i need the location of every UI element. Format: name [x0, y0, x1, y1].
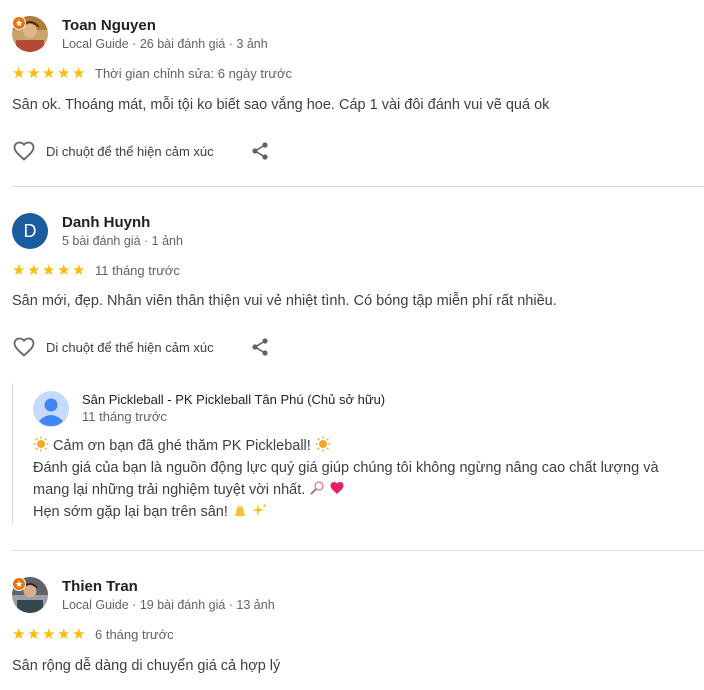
- review-text: Sân mới, đẹp. Nhân viên thân thiện vui v…: [12, 293, 557, 309]
- owner-reply-time: 11 tháng trước: [82, 409, 167, 424]
- star-icon: ★: [57, 261, 71, 279]
- owner-reply-line: mang lại những trải nghiệm tuyệt vời nhấ…: [33, 479, 345, 503]
- star-icon: ★: [12, 64, 26, 82]
- review-text: Sân ok. Thoáng mát, mỗi tội ko biết sao …: [12, 97, 550, 113]
- local-guide-badge-icon: [12, 577, 26, 591]
- reviewer-meta: Local Guide · 19 bài đánh giá · 13 ảnh: [62, 598, 275, 612]
- local-guide-badge-icon: [12, 16, 26, 30]
- heart-outline-icon: [13, 337, 35, 357]
- owner-reply-line: Đánh giá của bạn là nguồn động lực quý g…: [33, 460, 659, 476]
- reviewer-header[interactable]: D Danh Huynh 5 bài đánh giá · 1 ảnh: [12, 213, 183, 253]
- review-time: Thời gian chỉnh sửa: 6 ngày trước: [95, 65, 293, 81]
- review-card: Toan Nguyen Local Guide · 26 bài đánh gi…: [12, 16, 704, 176]
- owner-avatar: [33, 391, 69, 427]
- avatar[interactable]: D: [12, 213, 48, 249]
- star-icon: ★: [12, 625, 26, 643]
- like-button[interactable]: [12, 139, 36, 163]
- star-icon: ★: [72, 625, 86, 643]
- heart-emoji: [329, 480, 345, 503]
- share-icon: [252, 338, 268, 356]
- star-icon: ★: [27, 625, 41, 643]
- owner-reply-line: Hẹn sớm gặp lại bạn trên sân!: [33, 501, 268, 525]
- rating-row: ★ ★ ★ ★ ★ Thời gian chỉnh sửa: 6 ngày tr…: [12, 65, 292, 81]
- reviewer-name[interactable]: Danh Huynh: [62, 214, 183, 232]
- reviewer-name[interactable]: Toan Nguyen: [62, 17, 268, 35]
- review-time: 6 tháng trước: [95, 626, 174, 642]
- owner-reply: Sân Pickleball - PK Pickleball Tân Phú (…: [12, 383, 704, 525]
- rating-row: ★ ★ ★ ★ ★ 6 tháng trước: [12, 626, 174, 642]
- default-profile-icon: [33, 391, 69, 427]
- like-label: Di chuột để thể hiện cảm xúc: [46, 339, 214, 355]
- star-rating: ★ ★ ★ ★ ★: [12, 66, 87, 81]
- share-button[interactable]: [248, 335, 272, 359]
- star-icon: ★: [42, 64, 56, 82]
- star-icon: ★: [57, 64, 71, 82]
- like-button[interactable]: [12, 335, 36, 359]
- review-actions: Di chuột để thể hiện cảm xúc: [12, 335, 268, 359]
- review-actions: Di chuột để thể hiện cảm xúc: [12, 139, 268, 163]
- pray-emoji: [232, 502, 248, 525]
- badminton-emoji: [309, 480, 325, 503]
- star-rating: ★ ★ ★ ★ ★: [12, 627, 87, 642]
- reviewer-header[interactable]: Thien Tran Local Guide · 19 bài đánh giá…: [12, 577, 275, 617]
- sun-emoji: [33, 436, 49, 459]
- sparkles-emoji: [251, 502, 268, 525]
- star-rating: ★ ★ ★ ★ ★: [12, 263, 87, 278]
- star-icon: ★: [42, 261, 56, 279]
- rating-row: ★ ★ ★ ★ ★ 11 tháng trước: [12, 262, 180, 278]
- reviewer-header[interactable]: Toan Nguyen Local Guide · 26 bài đánh gi…: [12, 16, 268, 56]
- owner-reply-text: mang lại những trải nghiệm tuyệt vời nhấ…: [33, 482, 306, 498]
- reviewer-meta: 5 bài đánh giá · 1 ảnh: [62, 234, 183, 248]
- star-icon: ★: [72, 261, 86, 279]
- review-card: Thien Tran Local Guide · 19 bài đánh giá…: [12, 577, 704, 690]
- divider: [12, 186, 704, 187]
- reviewer-name[interactable]: Thien Tran: [62, 578, 275, 596]
- star-icon: ★: [27, 261, 41, 279]
- heart-outline-icon: [13, 141, 35, 161]
- star-icon: ★: [27, 64, 41, 82]
- avatar-letter: D: [12, 213, 48, 249]
- owner-reply-line: Cảm ơn bạn đã ghé thăm PK Pickleball!: [33, 435, 331, 459]
- owner-name: Sân Pickleball - PK Pickleball Tân Phú (…: [82, 392, 386, 407]
- star-icon: ★: [57, 625, 71, 643]
- star-icon: ★: [72, 64, 86, 82]
- reviewer-meta: Local Guide · 26 bài đánh giá · 3 ảnh: [62, 37, 268, 51]
- share-icon: [252, 142, 268, 160]
- like-label: Di chuột để thể hiện cảm xúc: [46, 143, 214, 159]
- divider: [12, 550, 704, 551]
- review-card: D Danh Huynh 5 bài đánh giá · 1 ảnh ★ ★ …: [12, 213, 704, 373]
- avatar[interactable]: [12, 16, 48, 52]
- owner-reply-text: Cảm ơn bạn đã ghé thăm PK Pickleball!: [53, 438, 311, 454]
- share-button[interactable]: [248, 139, 272, 163]
- star-icon: ★: [12, 261, 26, 279]
- review-time: 11 tháng trước: [95, 262, 180, 278]
- star-icon: ★: [42, 625, 56, 643]
- review-text: Sân rộng dễ dàng di chuyển giá cả hợp lý: [12, 658, 281, 674]
- sun-emoji: [315, 436, 331, 459]
- owner-reply-text: Hẹn sớm gặp lại bạn trên sân!: [33, 504, 228, 520]
- avatar[interactable]: [12, 577, 48, 613]
